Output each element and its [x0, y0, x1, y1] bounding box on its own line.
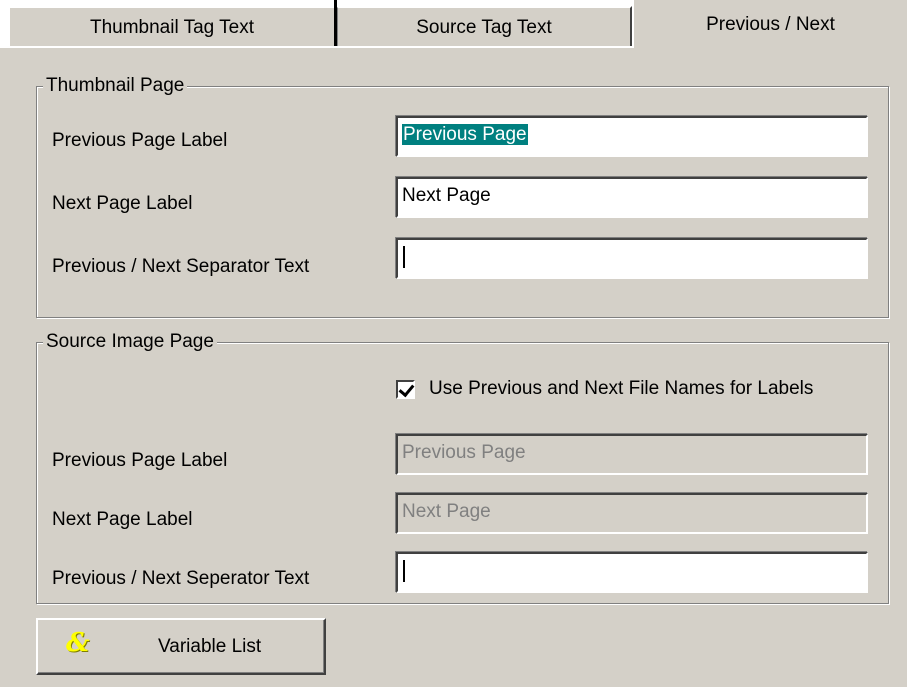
thumb-next-label: Next Page Label	[52, 193, 193, 214]
input-value: Previous Page	[402, 442, 526, 463]
source-prev-label: Previous Page Label	[52, 450, 228, 471]
thumb-next-page-input[interactable]: Next Page	[396, 177, 868, 218]
tab-source-tag-text[interactable]: Source Tag Text	[336, 6, 632, 48]
group-legend: Source Image Page	[43, 331, 217, 353]
tab-label: Previous / Next	[706, 14, 835, 35]
source-next-page-input: Next Page	[396, 493, 868, 534]
thumb-sep-label: Previous / Next Separator Text	[52, 256, 310, 277]
button-label: Variable List	[158, 636, 262, 657]
tab-divider	[334, 0, 337, 48]
source-separator-input[interactable]	[396, 552, 868, 593]
text-caret	[403, 246, 405, 268]
thumb-prev-label: Previous Page Label	[52, 130, 228, 151]
group-legend: Thumbnail Page	[43, 75, 188, 97]
use-file-names-checkbox-row[interactable]: Use Previous and Next File Names for Lab…	[396, 378, 813, 400]
tab-label: Source Tag Text	[416, 17, 552, 38]
use-file-names-checkbox[interactable]	[396, 379, 415, 399]
text-caret	[403, 560, 405, 582]
input-value: Next Page	[402, 185, 491, 206]
tab-previous-next[interactable]: Previous / Next	[632, 0, 907, 48]
tab-underline	[8, 46, 632, 48]
input-value: Previous Page	[402, 124, 528, 145]
tab-label: Thumbnail Tag Text	[89, 17, 255, 38]
input-value: Next Page	[402, 501, 491, 522]
thumb-prev-page-input[interactable]: Previous Page	[396, 116, 868, 157]
source-next-label: Next Page Label	[52, 509, 193, 530]
thumb-separator-input[interactable]	[396, 238, 868, 279]
source-sep-label: Previous / Next Seperator Text	[52, 568, 310, 589]
dialog: Thumbnail Tag Text Source Tag Text Previ…	[0, 0, 907, 687]
tab-strip: Thumbnail Tag Text Source Tag Text Previ…	[0, 0, 907, 48]
source-prev-page-input: Previous Page	[396, 434, 868, 475]
ampersand-icon: &	[66, 628, 90, 658]
variable-list-button[interactable]: & Variable List	[36, 618, 326, 675]
tab-thumbnail-tag-text[interactable]: Thumbnail Tag Text	[8, 6, 336, 48]
checkbox-label: Use Previous and Next File Names for Lab…	[429, 378, 814, 399]
